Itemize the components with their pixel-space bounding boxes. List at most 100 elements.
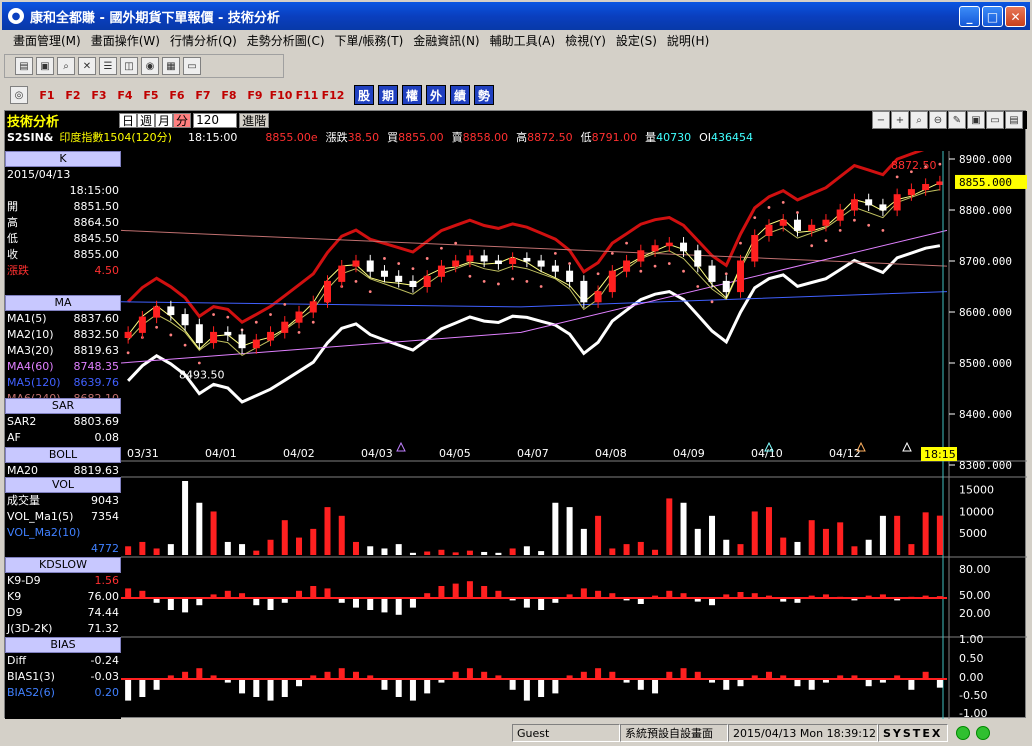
period-day[interactable]: 日 [119, 112, 138, 128]
candle-body [680, 242, 688, 252]
menu-item-6[interactable]: 輔助工具(A) [485, 32, 561, 49]
panel-sar: SAR SAR2 8803.69 AF 0.08 [5, 398, 121, 446]
volume-bar [395, 544, 402, 555]
vol-tick-label: 15000 [959, 484, 994, 497]
save-icon[interactable]: ▣ [967, 111, 985, 129]
panel-sar-header[interactable]: SAR [5, 398, 121, 414]
boll-lower-line [127, 244, 941, 404]
kd-tick-label: 80.00 [959, 563, 991, 576]
monitor-icon[interactable]: ▣ [36, 57, 54, 75]
menu-item-1[interactable]: 畫面操作(W) [86, 32, 165, 49]
sar-dot [682, 269, 685, 273]
period-minute[interactable]: 分 [173, 112, 192, 128]
fkey-9[interactable]: F9 [242, 84, 268, 106]
fkey-8[interactable]: F8 [216, 84, 242, 106]
maximize-button[interactable]: □ [982, 6, 1003, 27]
current-price-label: 8855.000 [959, 176, 1012, 189]
menu-item-5[interactable]: 金融資訊(N) [408, 32, 484, 49]
fkey-4[interactable]: F4 [112, 84, 138, 106]
panel-k-value: 8845.50 [73, 232, 120, 245]
candle-body [651, 245, 659, 252]
tile-icon[interactable]: ◫ [120, 57, 138, 75]
fkey-11[interactable]: F11 [294, 84, 320, 106]
fkey-12[interactable]: F12 [320, 84, 346, 106]
draw-tool-icon[interactable]: ✎ [948, 111, 966, 129]
fkey-6[interactable]: F6 [164, 84, 190, 106]
bias-bar [125, 679, 132, 701]
panel-kd-header[interactable]: KDSLOW [5, 557, 121, 573]
list-icon[interactable]: ☰ [99, 57, 117, 75]
sar-dot [853, 218, 856, 222]
panel-vol-header[interactable]: VOL [5, 477, 121, 493]
category-key-4[interactable]: 績 [450, 85, 470, 105]
title-bar[interactable]: ● 康和全都賺 - 國外期貨下單報價 - 技術分析 _ □ ✕ [2, 2, 1030, 30]
search-icon[interactable]: ⌕ [57, 57, 75, 75]
fkey-10[interactable]: F10 [268, 84, 294, 106]
candle-body [195, 324, 203, 344]
x-tick-label: 04/12 [829, 447, 861, 460]
status-user: Guest [512, 724, 620, 742]
menu-item-3[interactable]: 走勢分析圖(C) [242, 32, 330, 49]
bias-bar [424, 679, 431, 694]
magnify-icon[interactable]: ⌕ [910, 111, 928, 129]
close-button[interactable]: ✕ [1005, 6, 1026, 27]
sar-dot [568, 262, 572, 265]
kd-bar [481, 586, 488, 598]
interval-select[interactable]: 120 [193, 112, 238, 128]
print-icon[interactable]: ▤ [1005, 111, 1023, 129]
fkey-3[interactable]: F3 [86, 84, 112, 106]
menu-item-9[interactable]: 說明(H) [662, 32, 714, 49]
sar-dot [653, 264, 657, 268]
period-month[interactable]: 月 [155, 112, 174, 128]
category-key-2[interactable]: 權 [402, 85, 422, 105]
fkey-7[interactable]: F7 [190, 84, 216, 106]
menu-item-2[interactable]: 行情分析(Q) [165, 32, 242, 49]
fkey-5[interactable]: F5 [138, 84, 164, 106]
change-label: 漲跌 [325, 131, 348, 144]
magnify-minus-icon[interactable]: ⊖ [929, 111, 947, 129]
period-week[interactable]: 週 [137, 112, 156, 128]
vol-tick-label: 10000 [959, 505, 994, 518]
category-key-3[interactable]: 外 [426, 85, 446, 105]
category-key-1[interactable]: 期 [378, 85, 398, 105]
chart-plot[interactable]: 8900.000 8800.000 8700.000 8600.000 8500.000… [121, 151, 1027, 719]
globe-icon[interactable]: ◉ [141, 57, 159, 75]
panel-k-label: 漲跌 [7, 264, 29, 277]
window-icon[interactable]: ▭ [986, 111, 1004, 129]
home-icon[interactable]: ◎ [10, 86, 28, 104]
close-window-icon[interactable]: ✕ [78, 57, 96, 75]
menu-item-4[interactable]: 下單/帳務(T) [330, 32, 409, 49]
panel-ma-header[interactable]: MA [5, 295, 121, 311]
volume-bar [637, 541, 644, 555]
menu-item-0[interactable]: 畫面管理(M) [8, 32, 86, 49]
bias-bar [609, 671, 616, 679]
panel-bias-header[interactable]: BIAS [5, 637, 121, 653]
minimize-button[interactable]: _ [959, 6, 980, 27]
panel-k-header[interactable]: K [5, 151, 121, 167]
category-key-0[interactable]: 股 [354, 85, 374, 105]
volume-bar [523, 546, 530, 555]
fkey-2[interactable]: F2 [60, 84, 86, 106]
layout-icon[interactable]: ▤ [15, 57, 33, 75]
candle-body [210, 331, 218, 344]
panel-bias-label: Diff [7, 654, 27, 667]
category-key-5[interactable]: 勢 [474, 85, 494, 105]
menu-item-7[interactable]: 檢視(Y) [560, 32, 611, 49]
kd-bar [182, 598, 189, 613]
volume-bar [381, 548, 388, 555]
chart-tool-icon[interactable]: ▦ [162, 57, 180, 75]
panel-ma-label: MA3(20) [7, 344, 54, 357]
price-tick-label: 8600.000 [959, 306, 1012, 319]
sar-dot [468, 274, 472, 278]
export-icon[interactable]: ▭ [183, 57, 201, 75]
window-title: 康和全都賺 - 國外期貨下單報價 - 技術分析 [30, 10, 280, 26]
panel-boll-header[interactable]: BOLL [5, 447, 121, 463]
volume-bar [538, 551, 545, 555]
price-tick-label: 8400.000 [959, 408, 1012, 421]
fkey-1[interactable]: F1 [34, 84, 60, 106]
advanced-button[interactable]: 進階 [239, 112, 270, 128]
zoom-out-icon[interactable]: − [872, 111, 890, 129]
zoom-in-icon[interactable]: + [891, 111, 909, 129]
menu-item-8[interactable]: 設定(S) [611, 32, 662, 49]
sar-dot [824, 239, 828, 242]
